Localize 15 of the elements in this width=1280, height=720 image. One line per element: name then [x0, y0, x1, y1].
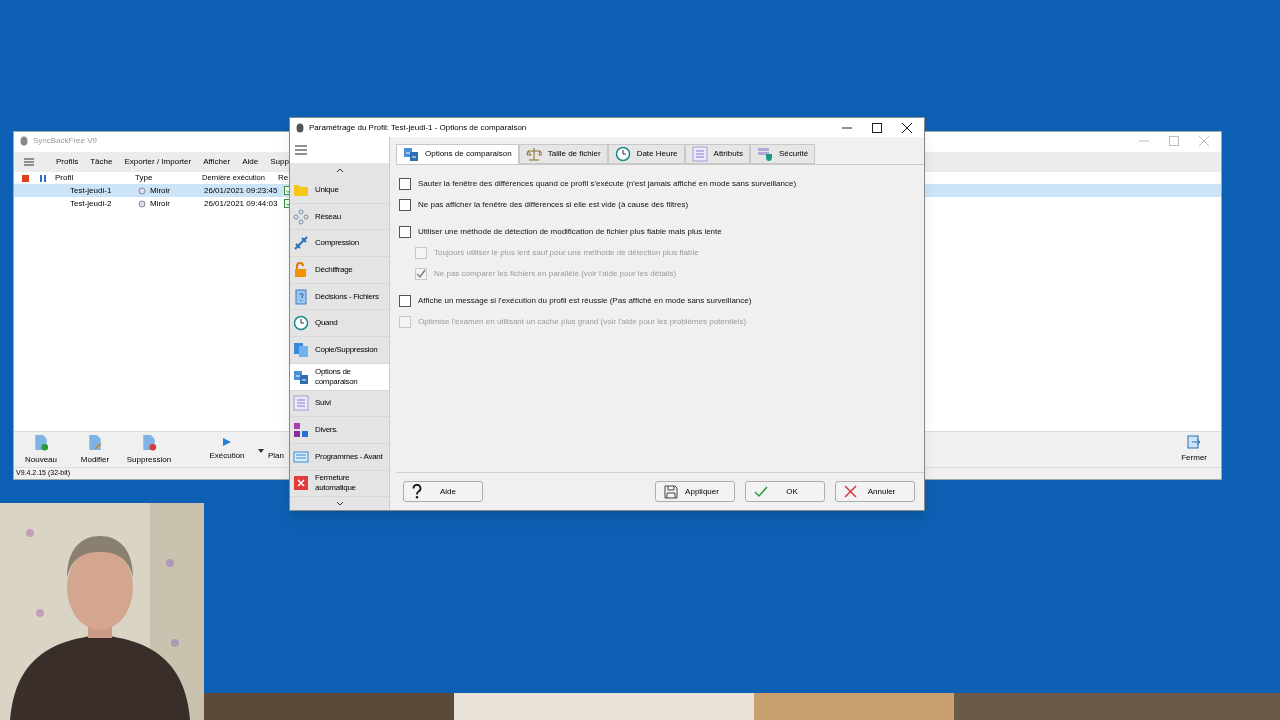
option-label: Optimise l'examen en utilisant un cache plus grand (voir l'aide pour les problèmes potentiels)	[418, 315, 747, 328]
table-cell-text: Test-jeudi-2	[70, 197, 113, 210]
option-label: Toujours utiliser le plus lent sauf pour une méthode de détection plus fiable	[434, 246, 699, 259]
option-label: Ne pas comparer les fichiers en parallèle (voir l'aide pour les détails)	[434, 267, 677, 280]
option-label: Sauter la fenêtre des différences quand ce profil s'exécute (n'est jamais affiché en mode sans surveillance)	[418, 177, 797, 190]
option-label: Utiliser une méthode de détection de modification de fichier plus fiable mais plus lente	[418, 225, 722, 238]
window-title: Paramétrage du Profil: Test-jeudi-1 - Options de comparaison	[309, 121, 527, 134]
option-label: Affiche un message si l'exécution du profil est réussie (Pas affiché en mode sans surveillance)	[418, 294, 752, 307]
window-title: SyncBackFree V9	[33, 135, 98, 147]
table-cell-text: 26/01/2021 09:44:03	[204, 197, 279, 210]
table-cell-text: 26/01/2021 09:23:45	[204, 184, 279, 197]
table-cell-text: Test-jeudi-1	[70, 184, 113, 197]
table-cell-text: Miroir	[150, 197, 171, 210]
table-cell-text: Miroir	[150, 184, 171, 197]
option-label: Ne pas afficher la fenêtre des différences si elle est vide (à cause des filtres)	[418, 198, 689, 211]
